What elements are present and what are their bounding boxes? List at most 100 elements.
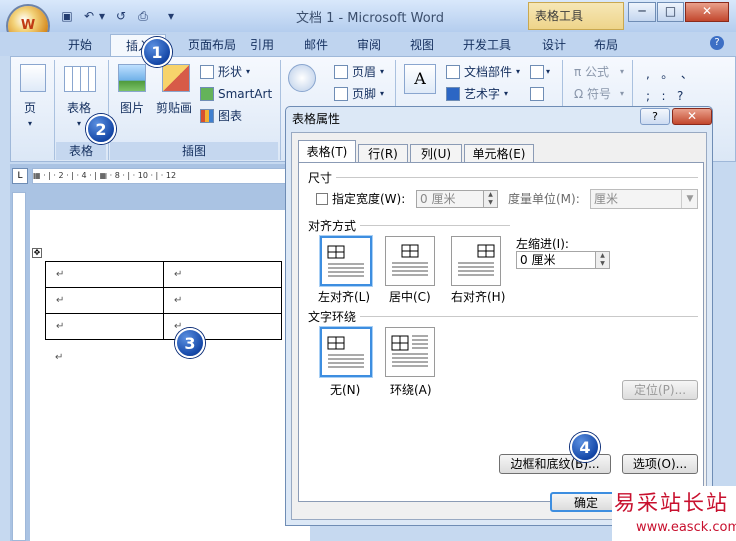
- measure-in-label: 度量单位(M):: [508, 192, 580, 206]
- align-center-icon: [392, 244, 428, 276]
- smartart-button[interactable]: SmartArt: [218, 86, 272, 102]
- textbox-icon: A: [404, 64, 436, 94]
- help-icon[interactable]: ?: [710, 36, 724, 50]
- align-center-label: 居中(C): [389, 290, 431, 304]
- quickparts-dropdown-icon: ▾: [516, 67, 521, 76]
- table-row: ↵ ↵: [45, 287, 282, 314]
- align-center-option[interactable]: [385, 236, 435, 286]
- tab-table[interactable]: 表格(T): [298, 140, 356, 163]
- dialog-help-button[interactable]: ?: [640, 108, 670, 125]
- chart-button[interactable]: 图表: [218, 108, 242, 124]
- pages-button[interactable]: 页: [24, 100, 36, 116]
- tab-selector-icon[interactable]: L: [12, 168, 28, 184]
- table-cell[interactable]: ↵: [45, 287, 164, 314]
- tab-home[interactable]: 开始: [58, 34, 102, 56]
- separator: [54, 60, 55, 160]
- step-badge: 1: [142, 37, 172, 67]
- datetime-icon[interactable]: [530, 87, 544, 101]
- preferred-width-checkbox[interactable]: [316, 193, 328, 205]
- wrap-none-option[interactable]: [320, 327, 372, 377]
- align-left-icon: [327, 245, 364, 277]
- equation-button[interactable]: π 公式: [574, 64, 609, 80]
- positioning-button[interactable]: 定位(P)...: [622, 380, 698, 400]
- picture-icon: [118, 64, 146, 92]
- section-divider: [360, 225, 510, 226]
- group-illustrations-label: 插图: [110, 142, 278, 160]
- table-cell[interactable]: ↵: [45, 261, 164, 288]
- maximize-button[interactable]: □: [657, 2, 684, 22]
- minimize-button[interactable]: ─: [628, 2, 656, 22]
- wrap-around-option[interactable]: [385, 327, 435, 377]
- align-right-label: 右对齐(H): [451, 290, 506, 304]
- horizontal-ruler[interactable]: ▦ · | · 2 · | · 4 · | ▦ · 8 · | · 10 · |…: [32, 168, 310, 184]
- symbol-button[interactable]: Ω 符号: [574, 86, 611, 102]
- tab-row[interactable]: 行(R): [358, 144, 408, 162]
- undo-dropdown-icon[interactable]: ▾: [97, 8, 107, 24]
- section-divider: [360, 316, 698, 317]
- picture-button[interactable]: 图片: [120, 100, 144, 116]
- tab-review[interactable]: 审阅: [349, 34, 389, 56]
- table-button[interactable]: 表格: [67, 100, 91, 116]
- document-page[interactable]: [30, 210, 310, 541]
- redo-icon[interactable]: ↺: [112, 8, 130, 24]
- print-preview-icon[interactable]: ⎙: [134, 8, 152, 24]
- tab-mailings[interactable]: 邮件: [296, 34, 336, 56]
- close-button[interactable]: ✕: [685, 2, 729, 22]
- tab-cell[interactable]: 单元格(E): [464, 144, 534, 162]
- preferred-width-spinner[interactable]: ▲ ▼: [483, 191, 497, 207]
- clipart-icon: [162, 64, 190, 92]
- undo-icon[interactable]: ↶: [80, 8, 98, 24]
- options-button[interactable]: 选项(O)...: [622, 454, 698, 474]
- paragraph-mark: ↵: [55, 352, 64, 363]
- customize-icon[interactable]: ▾: [165, 8, 177, 24]
- shapes-icon: [200, 65, 214, 79]
- section-divider: [336, 177, 698, 178]
- wrap-none-icon: [327, 336, 364, 368]
- separator: [280, 60, 281, 160]
- clipart-button[interactable]: 剪贴画: [156, 100, 192, 116]
- table-cell[interactable]: ↵: [45, 313, 164, 340]
- align-right-icon: [458, 244, 495, 276]
- vertical-ruler[interactable]: [12, 192, 26, 541]
- preferred-width-label: 指定宽度(W):: [332, 192, 406, 206]
- shapes-dropdown-icon: ▾: [246, 67, 251, 76]
- equation-dropdown-icon: ▾: [620, 67, 625, 76]
- align-right-option[interactable]: [451, 236, 501, 286]
- wordart-button[interactable]: 艺术字: [464, 86, 500, 102]
- table-dropdown-icon: ▾: [77, 119, 82, 128]
- tab-developer[interactable]: 开发工具: [456, 34, 518, 56]
- header-icon: [334, 65, 348, 79]
- table-icon: [64, 66, 96, 92]
- save-icon[interactable]: ▣: [58, 8, 76, 24]
- punctuation-row-1[interactable]: , 。 、: [646, 66, 693, 82]
- footer-dropdown-icon: ▾: [380, 89, 385, 98]
- indent-spinner[interactable]: ▲ ▼: [595, 252, 609, 268]
- document-table[interactable]: ↵ ↵ ↵ ↵ ↵ ↵: [45, 261, 282, 340]
- punctuation-row-2[interactable]: ; : ?: [646, 88, 683, 104]
- align-left-option[interactable]: [320, 236, 372, 286]
- table-row: ↵ ↵: [45, 261, 282, 288]
- chevron-down-icon[interactable]: ▼: [681, 190, 698, 208]
- tab-column[interactable]: 列(U): [410, 144, 462, 162]
- header-button[interactable]: 页眉: [352, 64, 376, 80]
- wordart-icon: [446, 87, 460, 101]
- hyperlink-icon: [288, 64, 316, 92]
- footer-icon: [334, 87, 348, 101]
- separator: [108, 60, 109, 160]
- tab-references[interactable]: 引用: [242, 34, 282, 56]
- symbol-dropdown-icon: ▾: [620, 89, 625, 98]
- tab-design[interactable]: 设计: [534, 34, 574, 56]
- signature-dropdown-icon: ▾: [546, 67, 551, 76]
- size-section-label: 尺寸: [308, 171, 333, 185]
- table-move-handle-icon[interactable]: ✥: [32, 248, 42, 258]
- table-row: ↵ ↵: [45, 313, 282, 340]
- footer-button[interactable]: 页脚: [352, 86, 376, 102]
- table-cell[interactable]: ↵: [163, 287, 282, 314]
- tab-layout[interactable]: 布局: [586, 34, 626, 56]
- quickparts-button[interactable]: 文档部件: [464, 64, 512, 80]
- tab-view[interactable]: 视图: [402, 34, 442, 56]
- signature-line-icon[interactable]: [530, 65, 544, 79]
- table-cell[interactable]: ↵: [163, 261, 282, 288]
- dialog-close-button[interactable]: ✕: [672, 108, 712, 125]
- shapes-button[interactable]: 形状: [218, 64, 242, 80]
